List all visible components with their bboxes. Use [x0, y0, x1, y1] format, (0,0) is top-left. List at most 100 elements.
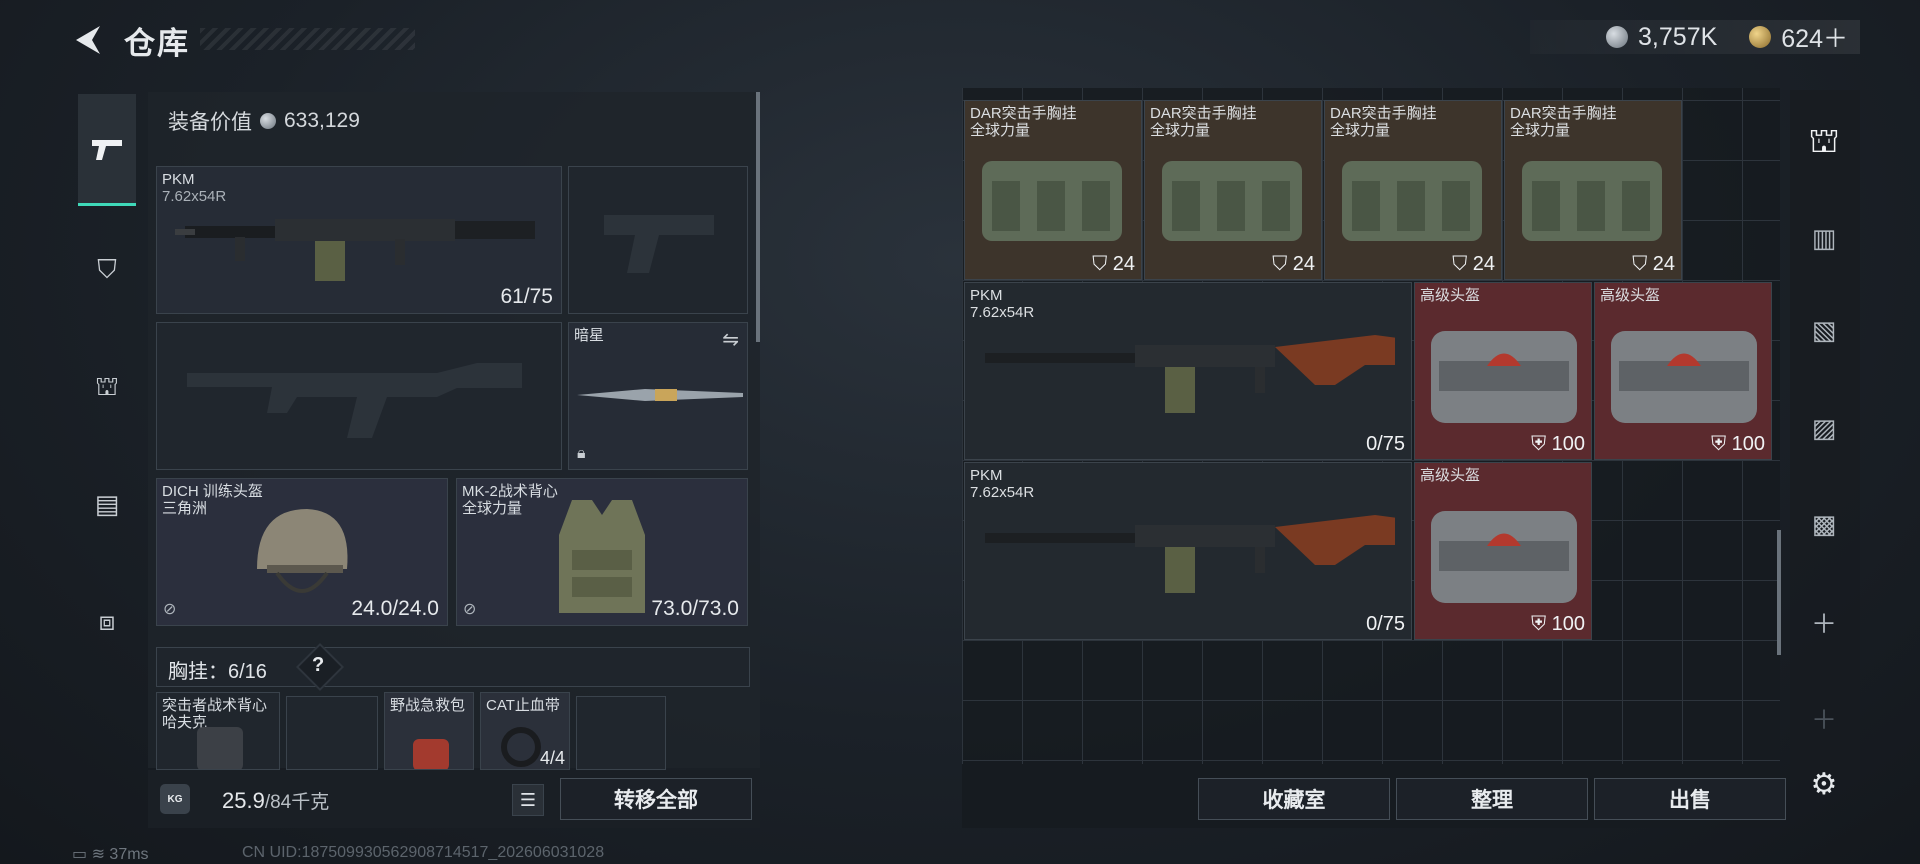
- chest-rig-capacity: 6/16: [228, 661, 267, 683]
- chest-rig-title: 胸挂：: [168, 661, 228, 683]
- item-name: DAR突击手胸挂: [1510, 105, 1617, 122]
- armor-slot[interactable]: MK-2战术背心 全球力量 ⊘ 73.0/73.0: [456, 478, 748, 626]
- silver-amount: 3,757K: [1638, 22, 1718, 51]
- rig-slot-empty[interactable]: [286, 696, 378, 770]
- rig-item-firstaid[interactable]: 野战急救包: [384, 692, 474, 770]
- primary-weapon-slot[interactable]: PKM 7.62x54R 61/75: [156, 166, 562, 314]
- item-count: ⛉ 24: [1452, 253, 1495, 275]
- storage-scrollbar[interactable]: [1777, 530, 1781, 655]
- help-icon[interactable]: ?: [312, 654, 324, 677]
- vest-icon[interactable]: ⛉: [87, 250, 127, 290]
- helmet-name: DICH 训练头盔: [162, 483, 263, 500]
- item-count: ⛉ 24: [1272, 253, 1315, 275]
- backpack-icon[interactable]: ⛫: [87, 368, 127, 408]
- rig-slot-empty[interactable]: [576, 696, 666, 770]
- equipment-value-amount: 633,129: [284, 109, 360, 132]
- melee-slot[interactable]: 暗星 ⇋ 🔒︎: [568, 322, 748, 470]
- helmet-durability: 24.0/24.0: [351, 597, 439, 620]
- vest-image: [559, 500, 645, 613]
- storage-item-helmet[interactable]: 高级头盔 ⛨ 100: [1414, 282, 1592, 460]
- storage-item-pkm[interactable]: PKM 7.62x54R 0/75: [964, 282, 1412, 460]
- sell-button[interactable]: 出售: [1594, 778, 1786, 820]
- item-name: DAR突击手胸挂: [1330, 105, 1437, 122]
- back-arrow-icon[interactable]: [70, 22, 106, 58]
- rig-item-tourniquet[interactable]: CAT止血带 4/4: [480, 692, 570, 770]
- item-name: PKM: [970, 467, 1003, 484]
- plus-icon[interactable]: ＋: [1796, 594, 1852, 650]
- weight-readout: 25.9/84千克: [222, 787, 329, 814]
- item-name: DAR突击手胸挂: [970, 105, 1077, 122]
- storage-item-chest-rig[interactable]: DAR突击手胸挂 全球力量 ⛉ 24: [1504, 100, 1682, 280]
- tourniquet-image: [501, 727, 541, 767]
- settings-icon[interactable]: ⚙: [1796, 756, 1852, 812]
- weight-icon: KG: [160, 784, 190, 814]
- swap-icon[interactable]: ⇋: [722, 327, 739, 352]
- pkm-rifle-image: [175, 219, 535, 281]
- knife-image: [577, 389, 743, 401]
- rig-item-vest[interactable]: 突击者战术背心 哈夫克: [156, 692, 280, 770]
- warehouse-tab-icon[interactable]: ⛫: [1796, 116, 1852, 172]
- equipment-scrollbar[interactable]: [756, 92, 760, 342]
- storage-item-chest-rig[interactable]: DAR突击手胸挂 全球力量 ⛉ 24: [1144, 100, 1322, 280]
- container-tab-2-icon[interactable]: ▧: [1796, 302, 1852, 358]
- sort-button[interactable]: 整理: [1396, 778, 1588, 820]
- item-name: 高级头盔: [1420, 467, 1481, 484]
- container-tab-4-icon[interactable]: ▩: [1796, 496, 1852, 552]
- container-tab-3-icon[interactable]: ▨: [1796, 400, 1852, 456]
- no-repair-icon: ⊘: [163, 601, 177, 618]
- toolbox-icon[interactable]: ⧈: [87, 602, 127, 642]
- item-ammo-type: 7.62x54R: [970, 484, 1035, 501]
- pistol-silhouette-icon: [604, 215, 714, 273]
- user-uid: CN UID:18750993056290871451​7_2026060310…: [242, 844, 605, 861]
- item-ammo: 0/75: [1366, 613, 1405, 635]
- chest-rig-image: [1342, 161, 1482, 241]
- armor-faction: 全球力量: [462, 500, 523, 517]
- item-count: ⛉ 24: [1632, 253, 1675, 275]
- helmet-case-image: [1431, 331, 1577, 423]
- weapon-name: PKM: [162, 171, 195, 188]
- pistol-icon: [92, 140, 122, 160]
- secondary-weapon-slot-empty[interactable]: [156, 322, 562, 470]
- transfer-all-button[interactable]: 转移全部: [560, 778, 752, 820]
- chest-rig-image: [1162, 161, 1302, 241]
- storage-item-chest-rig[interactable]: DAR突击手胸挂 全球力量 ⛉ 24: [964, 100, 1142, 280]
- melee-name: 暗星: [574, 327, 605, 344]
- chest-rig-image: [982, 161, 1122, 241]
- silver-coin-icon: [1606, 26, 1629, 48]
- weight-current: 25.9: [222, 788, 265, 813]
- page-title: 仓库: [124, 26, 190, 61]
- storage-item-chest-rig[interactable]: DAR突击手胸挂 全球力量 ⛉ 24: [1324, 100, 1502, 280]
- item-count: ⛨ 100: [1711, 433, 1765, 455]
- pkm-rifle-image: [985, 335, 1395, 413]
- collection-room-button[interactable]: 收藏室: [1198, 778, 1390, 820]
- item-count-value: 100: [1551, 433, 1585, 455]
- pistol-slot-empty[interactable]: [568, 166, 748, 314]
- firstaid-image: [413, 739, 449, 769]
- item-name: 高级头盔: [1420, 287, 1481, 304]
- rig-item-name: CAT止血带: [486, 697, 560, 714]
- lock-icon: 🔒︎: [577, 445, 586, 462]
- currency-bar: 3,757K 624＋: [1530, 20, 1860, 54]
- gold-coin-icon: [1749, 26, 1772, 48]
- item-faction: 全球力量: [970, 122, 1031, 139]
- item-faction: 全球力量: [1330, 122, 1391, 139]
- pkm-rifle-image: [985, 515, 1395, 593]
- gold-amount[interactable]: 624＋: [1781, 19, 1848, 55]
- item-count-value: 24: [1112, 253, 1135, 275]
- chest-rig-image: [1522, 161, 1662, 241]
- storage-item-helmet[interactable]: 高级头盔 ⛨ 100: [1414, 462, 1592, 640]
- weight-max: /84千克: [264, 792, 330, 813]
- item-count-value: 24: [1652, 253, 1675, 275]
- vest-image: [197, 727, 243, 769]
- storage-item-helmet[interactable]: 高级头盔 ⛨ 100: [1594, 282, 1772, 460]
- helmet-slot[interactable]: DICH 训练头盔 三角洲 ⊘ 24.0/24.0: [156, 478, 448, 626]
- helmet-case-image: [1611, 331, 1757, 423]
- item-ammo: 0/75: [1366, 433, 1405, 455]
- item-count: ⛉ 24: [1092, 253, 1135, 275]
- storage-item-pkm[interactable]: PKM 7.62x54R 0/75: [964, 462, 1412, 640]
- silver-coin-icon: [260, 113, 276, 129]
- container-tab-1-icon[interactable]: ▥: [1796, 210, 1852, 266]
- list-view-button[interactable]: ☰: [512, 784, 544, 816]
- case-icon[interactable]: ▤: [87, 484, 127, 524]
- item-count-value: 100: [1551, 613, 1585, 635]
